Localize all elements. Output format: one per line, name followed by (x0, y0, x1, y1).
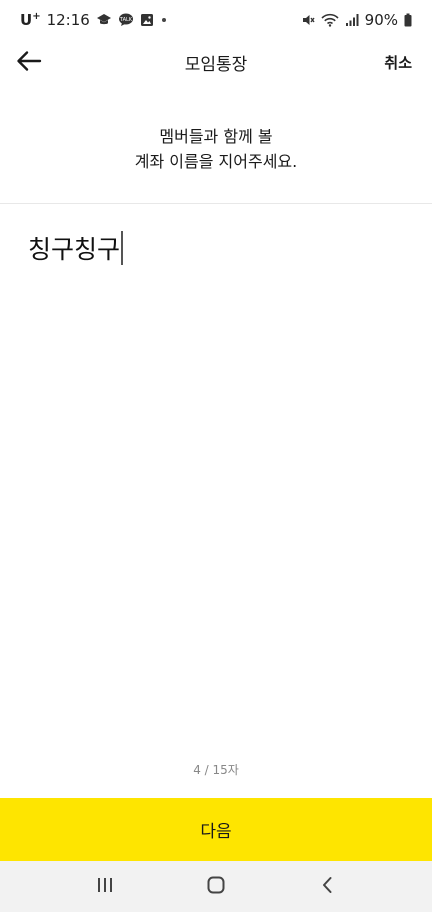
battery-icon (404, 13, 412, 27)
status-right: 90% (301, 11, 412, 29)
divider (0, 203, 432, 204)
back-icon (320, 875, 334, 899)
status-left: U+ 12:16 TALK (20, 11, 166, 29)
account-name-input[interactable]: 칭구칭구 (28, 228, 408, 268)
home-button[interactable] (196, 867, 236, 907)
next-button[interactable]: 다음 (0, 798, 432, 861)
talk-bubble-icon: TALK (118, 13, 134, 27)
screen: U+ 12:16 TALK 90% 모임통장 취소 멤버들과 함께 볼 계좌 이… (0, 0, 432, 912)
page-title: 모임통장 (184, 55, 248, 75)
recent-apps-icon (95, 876, 115, 898)
image-icon (140, 13, 154, 27)
instruction-line-2: 계좌 이름을 지어주세요. (134, 152, 298, 171)
battery-percent: 90% (364, 11, 398, 29)
instruction-line-1: 멤버들과 함께 볼 (159, 127, 273, 146)
carrier-label: U+ (20, 11, 41, 29)
mute-icon (301, 13, 315, 27)
text-caret (121, 231, 123, 265)
signal-icon (345, 13, 359, 27)
app-bar: 모임통장 취소 (0, 40, 432, 86)
recent-apps-button[interactable] (85, 867, 125, 907)
account-name-value: 칭구칭구 (28, 235, 121, 264)
system-back-button[interactable] (307, 867, 347, 907)
status-bar: U+ 12:16 TALK 90% (0, 0, 432, 40)
home-icon (206, 875, 226, 899)
system-nav-bar (0, 861, 432, 912)
notification-dot (161, 18, 166, 22)
cancel-button[interactable]: 취소 (384, 52, 412, 73)
wifi-icon (321, 13, 339, 27)
svg-text:TALK: TALK (119, 17, 133, 23)
instruction-text: 멤버들과 함께 볼 계좌 이름을 지어주세요. (0, 124, 432, 174)
graduation-cap-icon (96, 13, 112, 27)
status-time: 12:16 (46, 11, 90, 29)
char-counter: 4 / 15자 (193, 763, 239, 777)
